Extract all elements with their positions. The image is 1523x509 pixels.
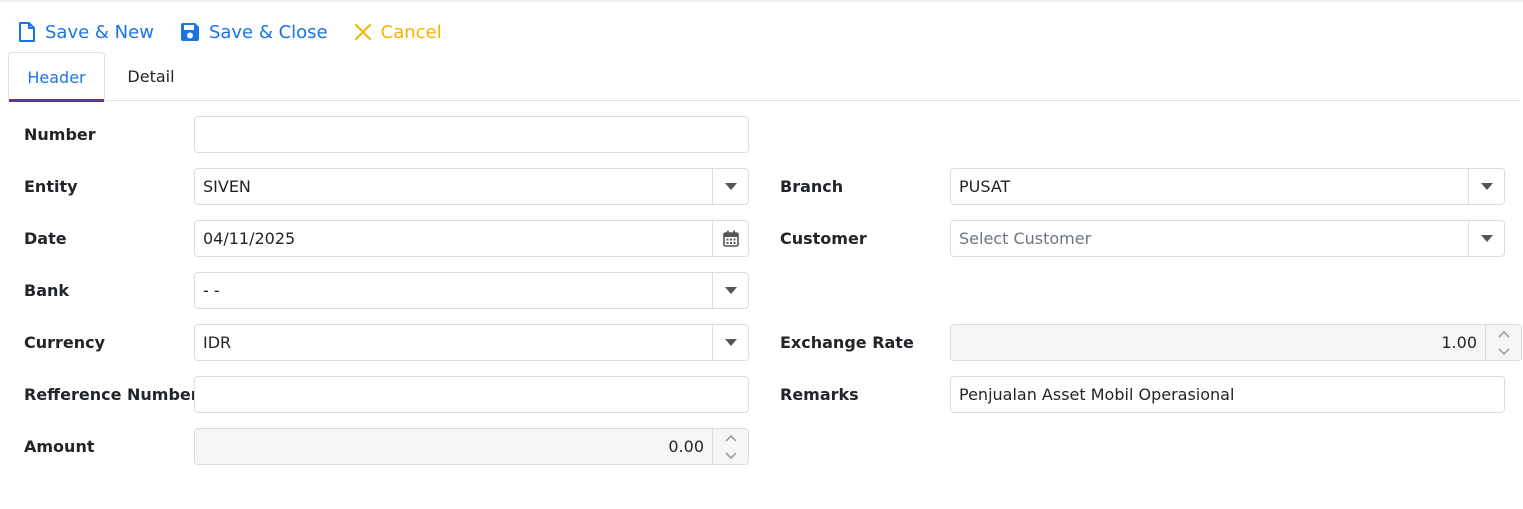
number-label: Number: [24, 125, 96, 144]
bank-select[interactable]: - -: [194, 272, 749, 309]
exchange-rate-spinner: [1485, 325, 1521, 360]
reference-number-field[interactable]: [194, 376, 749, 413]
save-close-label: Save & Close: [208, 21, 328, 43]
entity-value: SIVEN: [203, 177, 251, 196]
chevron-up-icon: [724, 434, 737, 442]
customer-label: Customer: [780, 229, 867, 248]
calendar-button[interactable]: [712, 221, 748, 256]
chevron-up-icon: [1497, 330, 1510, 338]
tab-header[interactable]: Header: [8, 52, 105, 102]
branch-value: PUSAT: [959, 177, 1011, 196]
remarks-field[interactable]: [950, 376, 1505, 413]
customer-select[interactable]: Select Customer: [950, 220, 1505, 257]
tab-bar: Header Detail: [8, 52, 1520, 102]
bank-label: Bank: [24, 281, 70, 300]
date-label: Date: [24, 229, 67, 248]
caret-down-icon: [724, 339, 737, 346]
tab-detail[interactable]: Detail: [111, 52, 191, 101]
currency-label: Currency: [24, 333, 106, 352]
spinner-up-button[interactable]: [1497, 326, 1510, 343]
save-close-button[interactable]: Save & Close: [180, 22, 328, 43]
remarks-input[interactable]: [951, 377, 1504, 412]
tab-header-label: Header: [27, 67, 86, 87]
bank-dropdown-toggle[interactable]: [712, 273, 748, 308]
calendar-icon: [722, 230, 739, 247]
customer-dropdown-toggle[interactable]: [1468, 221, 1504, 256]
customer-placeholder: Select Customer: [959, 229, 1092, 248]
bank-value: - -: [203, 281, 220, 300]
reference-number-label: Refference Number: [24, 385, 199, 404]
caret-down-icon: [724, 183, 737, 190]
date-picker[interactable]: 04/11/2025: [194, 220, 749, 257]
entity-label: Entity: [24, 177, 78, 196]
amount-field[interactable]: 0.00: [194, 428, 749, 465]
amount-spinner: [712, 429, 748, 464]
spinner-down-button[interactable]: [724, 447, 737, 464]
exchange-rate-value: 1.00: [1441, 333, 1477, 352]
file-icon: [19, 22, 35, 42]
spinner-down-button[interactable]: [1497, 343, 1510, 360]
chevron-down-icon: [1497, 347, 1510, 355]
exchange-rate-field[interactable]: 1.00: [950, 324, 1522, 361]
reference-number-input[interactable]: [195, 377, 748, 412]
branch-select[interactable]: PUSAT: [950, 168, 1505, 205]
currency-dropdown-toggle[interactable]: [712, 325, 748, 360]
currency-select[interactable]: IDR: [194, 324, 749, 361]
spinner-up-button[interactable]: [724, 430, 737, 447]
top-border: [0, 0, 1523, 2]
remarks-label: Remarks: [780, 385, 859, 404]
entity-select[interactable]: SIVEN: [194, 168, 749, 205]
chevron-down-icon: [724, 451, 737, 459]
toolbar: Save & New Save & Close Cancel: [18, 18, 468, 46]
number-input[interactable]: [195, 117, 748, 152]
date-value: 04/11/2025: [203, 229, 296, 248]
currency-value: IDR: [203, 333, 232, 352]
tab-detail-label: Detail: [127, 67, 175, 86]
exchange-rate-label: Exchange Rate: [780, 333, 914, 352]
save-new-button[interactable]: Save & New: [18, 22, 154, 43]
branch-dropdown-toggle[interactable]: [1468, 169, 1504, 204]
amount-value: 0.00: [668, 437, 704, 456]
caret-down-icon: [1480, 183, 1493, 190]
branch-label: Branch: [780, 177, 844, 196]
number-field[interactable]: [194, 116, 749, 153]
caret-down-icon: [724, 287, 737, 294]
save-new-label: Save & New: [45, 21, 154, 43]
entity-dropdown-toggle[interactable]: [712, 169, 748, 204]
floppy-disk-icon: [180, 23, 199, 41]
cancel-button[interactable]: Cancel: [354, 22, 442, 43]
caret-down-icon: [1480, 235, 1493, 242]
close-icon: [354, 24, 371, 40]
amount-label: Amount: [24, 437, 95, 456]
cancel-label: Cancel: [380, 21, 442, 43]
